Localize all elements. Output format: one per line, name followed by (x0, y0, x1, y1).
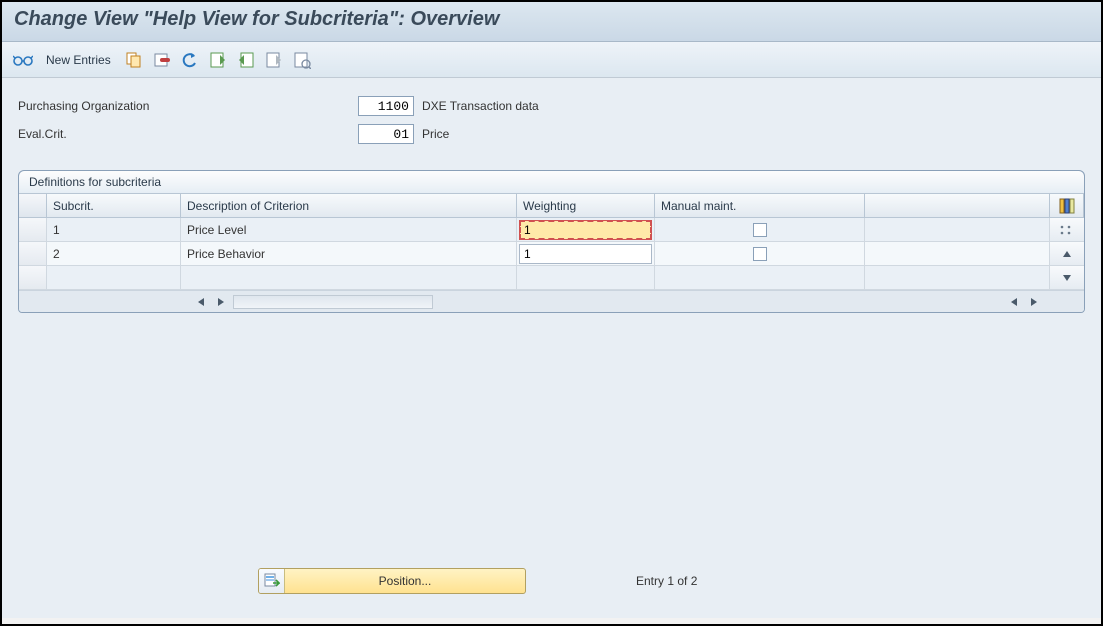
position-icon (259, 569, 285, 593)
scroll-down-button[interactable] (1050, 266, 1084, 290)
new-entries-label: New Entries (46, 53, 111, 67)
cell-description[interactable]: Price Behavior (181, 242, 517, 265)
col-description[interactable]: Description of Criterion (181, 194, 517, 217)
cell-manual (655, 218, 865, 241)
scroll-track[interactable] (233, 295, 433, 309)
table-settings-icon (1059, 198, 1075, 214)
cell-subcrit[interactable]: 1 (47, 218, 181, 241)
cell-empty (655, 266, 865, 289)
config-icon[interactable] (291, 49, 313, 71)
scroll-up-button[interactable] (1050, 242, 1084, 266)
grid-side-tools (1050, 218, 1084, 290)
cell-weighting (517, 218, 655, 241)
purchasing-org-desc: DXE Transaction data (422, 99, 539, 113)
select-all-icon[interactable] (207, 49, 229, 71)
scroll-left-end-button[interactable] (1006, 294, 1022, 310)
scroll-left-button[interactable] (193, 294, 209, 310)
row-selector[interactable] (19, 266, 47, 289)
cell-weighting (517, 242, 655, 265)
glasses-icon[interactable] (12, 49, 34, 71)
cell-spacer (865, 242, 1050, 265)
table-row-empty (19, 266, 1050, 290)
scroll-right-button[interactable] (213, 294, 229, 310)
subcriteria-panel: Definitions for subcriteria Subcrit. Des… (18, 170, 1085, 313)
entry-count-text: Entry 1 of 2 (636, 574, 697, 588)
cell-subcrit[interactable]: 2 (47, 242, 181, 265)
row-selector[interactable] (19, 218, 47, 241)
col-weighting[interactable]: Weighting (517, 194, 655, 217)
select-block-icon[interactable] (235, 49, 257, 71)
subcriteria-grid: Subcrit. Description of Criterion Weight… (19, 194, 1084, 312)
col-spacer (865, 194, 1050, 217)
select-all-column[interactable] (19, 194, 47, 217)
position-button[interactable]: Position... (258, 568, 526, 594)
cell-empty (47, 266, 181, 289)
purchasing-org-row: Purchasing Organization DXE Transaction … (18, 94, 1085, 118)
col-subcrit[interactable]: Subcrit. (47, 194, 181, 217)
grid-header: Subcrit. Description of Criterion Weight… (19, 194, 1084, 218)
table-row: 1 Price Level (19, 218, 1050, 242)
table-settings-button[interactable] (1050, 194, 1084, 217)
cell-empty (517, 266, 655, 289)
table-row: 2 Price Behavior (19, 242, 1050, 266)
eval-crit-input[interactable] (358, 124, 414, 144)
app-toolbar: New Entries (2, 42, 1101, 78)
cell-empty (865, 266, 1050, 289)
eval-crit-desc: Price (422, 127, 449, 141)
scroll-right-end-button[interactable] (1026, 294, 1042, 310)
deselect-all-icon[interactable] (263, 49, 285, 71)
eval-crit-label: Eval.Crit. (18, 127, 358, 141)
copy-as-icon[interactable] (123, 49, 145, 71)
delete-icon[interactable] (151, 49, 173, 71)
purchasing-org-input[interactable] (358, 96, 414, 116)
manual-checkbox[interactable] (753, 247, 767, 261)
title-bar: Change View "Help View for Subcriteria":… (2, 2, 1101, 42)
footer-row: Position... Entry 1 of 2 (18, 568, 1085, 594)
eval-crit-row: Eval.Crit. Price (18, 122, 1085, 146)
col-manual[interactable]: Manual maint. (655, 194, 865, 217)
new-entries-button[interactable]: New Entries (40, 48, 117, 72)
undo-icon[interactable] (179, 49, 201, 71)
cell-manual (655, 242, 865, 265)
cell-spacer (865, 218, 1050, 241)
weighting-input[interactable] (519, 220, 652, 240)
cell-description[interactable]: Price Level (181, 218, 517, 241)
weighting-input[interactable] (519, 244, 652, 264)
purchasing-org-label: Purchasing Organization (18, 99, 358, 113)
content-area: Purchasing Organization DXE Transaction … (2, 78, 1101, 618)
page-title: Change View "Help View for Subcriteria":… (14, 8, 1089, 31)
manual-checkbox[interactable] (753, 223, 767, 237)
panel-title: Definitions for subcriteria (19, 171, 1084, 194)
row-selector[interactable] (19, 242, 47, 265)
position-label: Position... (285, 574, 525, 588)
select-columns-button[interactable] (1050, 218, 1084, 242)
horizontal-scrollbar (19, 290, 1084, 312)
cell-empty (181, 266, 517, 289)
